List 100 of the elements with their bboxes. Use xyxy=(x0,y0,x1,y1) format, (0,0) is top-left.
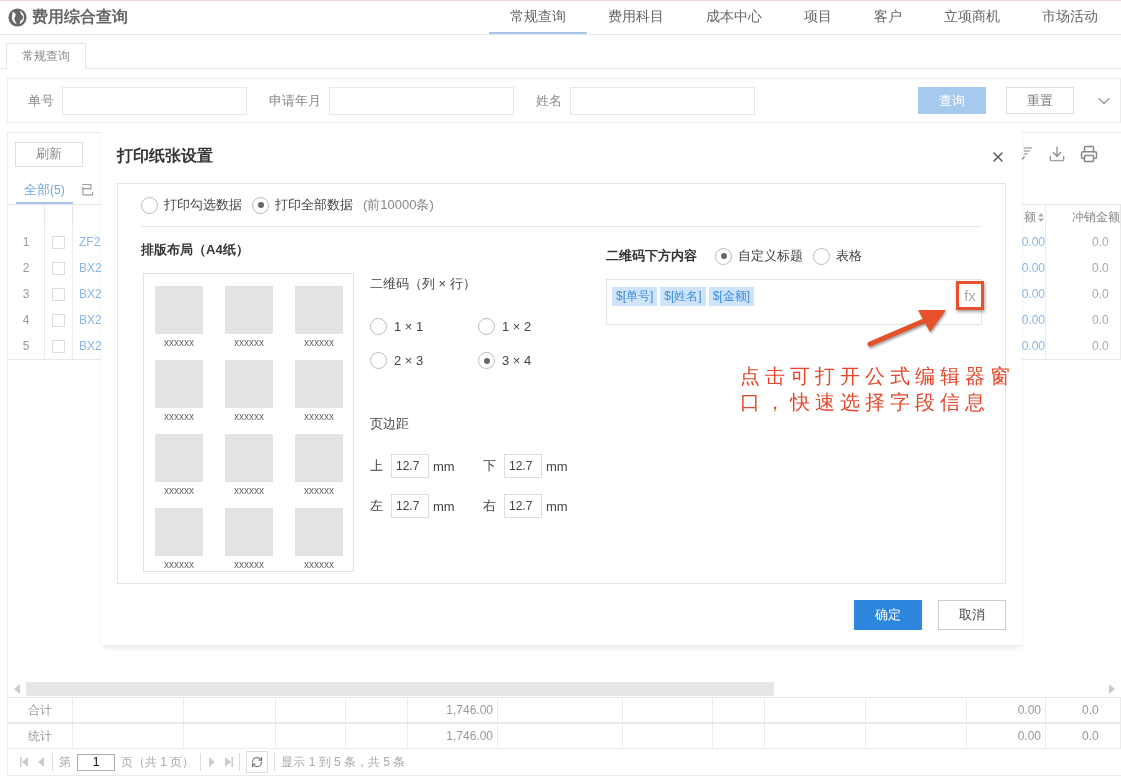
annotation-text: 点击可打开公式编辑器窗口，快速选择字段信息 xyxy=(740,363,1016,415)
document-link[interactable]: BX2 xyxy=(79,313,102,327)
amount-link[interactable]: 0.00 xyxy=(1021,287,1045,301)
nav-tab[interactable]: 客户 xyxy=(853,1,923,34)
formula-button[interactable]: fx xyxy=(956,281,984,310)
scope-note: (前10000条) xyxy=(363,196,434,214)
row-number: 3 xyxy=(22,287,30,301)
radio-label: 1 × 1 xyxy=(394,319,424,334)
nav-tab[interactable]: 费用科目 xyxy=(587,1,685,34)
qr-placeholder xyxy=(295,434,343,482)
page-label: 第 xyxy=(59,753,71,771)
previous-page-icon[interactable] xyxy=(36,756,46,768)
row-number: 1 xyxy=(22,235,30,249)
last-page-icon[interactable] xyxy=(223,756,234,768)
amount-link[interactable]: 0.00 xyxy=(1021,261,1045,275)
scroll-right-icon[interactable] xyxy=(1107,683,1117,695)
download-icon[interactable] xyxy=(1048,145,1066,163)
radio-button[interactable] xyxy=(370,318,387,335)
margin-field[interactable]: 12.7 xyxy=(391,454,429,478)
radio-button[interactable] xyxy=(252,196,269,214)
field-label: 申请年月 xyxy=(269,91,321,110)
qr-caption: xxxxxx xyxy=(234,485,264,496)
row-checkbox[interactable] xyxy=(52,261,65,275)
radio-button[interactable] xyxy=(715,247,732,265)
amount-link[interactable]: 0.00 xyxy=(1021,235,1045,249)
globe-icon xyxy=(8,8,27,27)
field-label: 单号 xyxy=(28,91,54,110)
document-link[interactable]: BX2 xyxy=(79,261,102,275)
qr-caption: xxxxxx xyxy=(234,337,264,348)
field-tag: $[单号] xyxy=(612,287,658,306)
unit-label: mm xyxy=(546,458,568,474)
document-link[interactable]: ZF2 xyxy=(79,235,101,249)
row-number: 2 xyxy=(22,261,30,275)
section-title: 二维码（列 × 行） xyxy=(370,275,477,293)
radio-label: 打印全部数据 xyxy=(275,196,353,214)
table-cell: 0.0 xyxy=(1092,287,1109,301)
row-checkbox[interactable] xyxy=(52,235,65,249)
confirm-button[interactable]: 确定 xyxy=(854,600,922,630)
amount-link[interactable]: 0.00 xyxy=(1021,339,1045,353)
radio-label: 打印勾选数据 xyxy=(164,196,242,214)
nav-tab[interactable]: 常规查询 xyxy=(489,1,587,34)
sort-arrows-icon[interactable] xyxy=(1038,212,1044,222)
radio-label: 2 × 3 xyxy=(394,353,424,368)
unit-label: mm xyxy=(546,498,568,514)
refresh-button[interactable]: 刷新 xyxy=(15,141,83,167)
refresh-icon[interactable] xyxy=(246,751,269,773)
radio-button[interactable] xyxy=(813,247,830,265)
qr-caption: xxxxxx xyxy=(164,337,194,348)
row-checkbox[interactable] xyxy=(52,339,65,353)
margin-field[interactable]: 12.7 xyxy=(391,494,429,518)
nav-tab[interactable]: 成本中心 xyxy=(685,1,783,34)
margin-field[interactable]: 12.7 xyxy=(504,454,542,478)
amount-link[interactable]: 0.00 xyxy=(1021,313,1045,327)
page-summary: 显示 1 到 5 条，共 5 条 xyxy=(281,753,406,771)
margin-label: 左 xyxy=(370,497,383,515)
column-header[interactable]: 额 xyxy=(1024,208,1036,226)
qr-caption: xxxxxx xyxy=(234,559,264,570)
qr-placeholder xyxy=(225,360,273,408)
page-tab[interactable]: 常规查询 xyxy=(6,43,86,69)
row-checkbox[interactable] xyxy=(52,313,65,327)
radio-button[interactable] xyxy=(478,318,495,335)
qr-caption: xxxxxx xyxy=(304,559,334,570)
column-header[interactable]: 冲销金额 xyxy=(1072,208,1120,226)
nav-tab[interactable]: 市场活动 xyxy=(1021,1,1119,34)
row-checkbox[interactable] xyxy=(52,287,65,301)
row-label: 统计 xyxy=(28,727,52,745)
radio-button[interactable] xyxy=(141,196,158,214)
print-icon[interactable] xyxy=(1080,145,1098,163)
app-title: 费用综合查询 xyxy=(32,7,128,27)
section-title: 页边距 xyxy=(370,415,410,433)
margin-label: 下 xyxy=(483,457,496,475)
dialog-title: 打印纸张设置 xyxy=(117,146,213,166)
cancel-button[interactable]: 取消 xyxy=(938,600,1006,630)
qr-placeholder xyxy=(295,286,343,334)
qr-caption: xxxxxx xyxy=(234,411,264,422)
nav-tab[interactable]: 立项商机 xyxy=(923,1,1021,34)
filter-tab[interactable]: 全部(5) xyxy=(16,175,73,204)
filter-tab[interactable]: 已 xyxy=(72,175,102,204)
qr-caption: xxxxxx xyxy=(164,485,194,496)
qr-placeholder xyxy=(155,360,203,408)
reset-button[interactable]: 重置 xyxy=(1006,87,1074,114)
total-cell: 0.0 xyxy=(1082,703,1099,717)
first-page-icon[interactable] xyxy=(20,756,30,768)
total-cell: 1,746.00 xyxy=(446,703,493,717)
nav-tab[interactable]: 项目 xyxy=(783,1,853,34)
formula-field[interactable]: $[单号] $[姓名] $[金额] fx xyxy=(606,279,982,325)
scroll-left-icon[interactable] xyxy=(12,683,22,695)
document-link[interactable]: BX2 xyxy=(79,339,102,353)
scrollbar-thumb[interactable] xyxy=(26,682,774,696)
field-tag: $[姓名] xyxy=(660,287,706,306)
qr-caption: xxxxxx xyxy=(304,485,334,496)
document-link[interactable]: BX2 xyxy=(79,287,102,301)
row-label: 合计 xyxy=(28,701,52,719)
page-field[interactable]: 1 xyxy=(77,753,115,771)
radio-button[interactable] xyxy=(370,352,387,369)
section-title: 排版布局（A4纸） xyxy=(141,241,250,259)
radio-button[interactable] xyxy=(478,352,495,369)
unit-label: mm xyxy=(433,458,455,474)
table-cell: 0.0 xyxy=(1092,313,1109,327)
margin-field[interactable]: 12.7 xyxy=(504,494,542,518)
